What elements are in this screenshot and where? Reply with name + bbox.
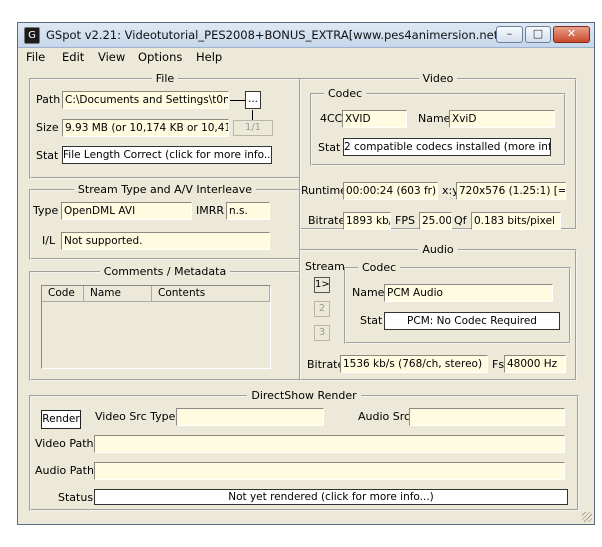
file-stat-button[interactable]: File Length Correct (click for more info… xyxy=(62,146,272,164)
imrr-field: n.s. xyxy=(226,202,270,220)
il-label: I/L xyxy=(42,234,56,247)
fs-label: Fs xyxy=(492,358,505,371)
video-group: Video Codec 4CC XVID Name XviD Stat 2 co… xyxy=(299,72,577,230)
column-code[interactable]: Code xyxy=(42,286,84,302)
metadata-list[interactable]: Code Name Contents xyxy=(41,285,271,369)
audio-stream-2-button[interactable]: 2 xyxy=(314,301,330,317)
video-path-field xyxy=(94,435,565,453)
audio-src-label: Audio Src xyxy=(358,410,411,423)
audio-src-field xyxy=(409,408,565,426)
video-src-type-label: Video Src Type xyxy=(95,410,176,423)
menu-view[interactable]: View xyxy=(98,50,125,64)
video-bitrate-label: Bitrate xyxy=(308,214,346,227)
gspot-window: G GSpot v2.21: Videotutorial_PES2008+BON… xyxy=(17,22,595,525)
size-label: Size xyxy=(36,121,59,134)
menu-bar: File Edit View Options Help xyxy=(18,48,594,66)
fourcc-field: XVID xyxy=(342,110,407,128)
audio-group-title: Audio xyxy=(418,243,458,256)
path-label: Path xyxy=(36,93,61,106)
qf-field: 0.183 bits/pixel xyxy=(471,212,561,230)
comments-group: Comments / Metadata Code Name Contents xyxy=(29,265,301,381)
video-stat-label: Stat xyxy=(318,141,341,154)
audio-group: Audio Stream 1> 2 3 Codec Name PCM Audio… xyxy=(299,243,577,381)
xy-field: 720x576 (1.25:1) [=5: xyxy=(456,182,566,200)
video-codec-stat-button[interactable]: 2 compatible codecs installed (more info… xyxy=(343,138,551,156)
column-contents[interactable]: Contents xyxy=(152,286,270,302)
audio-stream-3-button[interactable]: 3 xyxy=(314,325,330,341)
render-button[interactable]: Render xyxy=(41,410,81,429)
path-field[interactable]: C:\Documents and Settings\t0ny\ xyxy=(62,91,229,109)
qf-label: Qf xyxy=(454,214,467,227)
comments-group-title: Comments / Metadata xyxy=(99,265,231,278)
stream-type-group: Stream Type and A/V Interleave Type Open… xyxy=(29,183,301,260)
fps-label: FPS xyxy=(395,214,415,227)
status-label: Status xyxy=(58,491,94,504)
browse-button[interactable]: ... xyxy=(245,91,261,109)
column-name[interactable]: Name xyxy=(84,286,152,302)
runtime-label: Runtime xyxy=(301,184,347,197)
audio-bitrate-field: 1536 kb/s (768/ch, stereo) xyxy=(340,355,488,373)
gspot-app-icon: G xyxy=(24,27,40,44)
video-bitrate-field: 1893 kb/ xyxy=(343,212,391,230)
size-page-indicator[interactable]: 1/1 xyxy=(233,120,273,136)
type-label: Type xyxy=(33,204,59,217)
video-group-title: Video xyxy=(418,72,458,85)
audio-codec-title: Codec xyxy=(358,261,401,274)
file-group: File Path C:\Documents and Settings\t0ny… xyxy=(29,72,301,179)
title-bar: G GSpot v2.21: Videotutorial_PES2008+BON… xyxy=(18,23,594,48)
maximize-button[interactable]: □ xyxy=(525,26,551,43)
audio-path-label: Audio Path xyxy=(35,464,94,477)
fps-field: 25.00 xyxy=(419,212,452,230)
type-field: OpenDML AVI xyxy=(61,202,192,220)
menu-help[interactable]: Help xyxy=(196,50,222,64)
menu-edit[interactable]: Edit xyxy=(62,50,84,64)
audio-name-label: Name xyxy=(352,286,385,299)
directshow-render-group: DirectShow Render Render Video Src Type … xyxy=(29,389,579,511)
menu-options[interactable]: Options xyxy=(138,50,182,64)
menu-file[interactable]: File xyxy=(26,50,45,64)
video-name-field: XviD xyxy=(449,110,555,128)
fourcc-label: 4CC xyxy=(320,112,343,125)
render-status-button[interactable]: Not yet rendered (click for more info...… xyxy=(94,489,568,505)
directshow-group-title: DirectShow Render xyxy=(247,389,361,402)
audio-codec-group: Codec Name PCM Audio Stat PCM: No Codec … xyxy=(344,261,571,344)
imrr-label: IMRR xyxy=(196,204,225,217)
audio-path-field xyxy=(94,462,565,480)
audio-stream-1-button[interactable]: 1> xyxy=(314,277,330,293)
video-path-label: Video Path xyxy=(35,437,94,450)
size-field: 9.93 MB (or 10,174 KB or 10,418, xyxy=(62,119,229,137)
video-src-type-field xyxy=(176,408,324,426)
audio-codec-stat-button[interactable]: PCM: No Codec Required xyxy=(384,312,560,330)
audio-stat-label: Stat xyxy=(360,314,383,327)
file-group-title: File xyxy=(151,72,179,85)
audio-name-field: PCM Audio xyxy=(384,284,553,302)
stream-type-group-title: Stream Type and A/V Interleave xyxy=(73,183,257,196)
minimize-button[interactable]: – xyxy=(496,26,523,43)
audio-bitrate-label: Bitrate xyxy=(307,358,345,371)
stat-label: Stat xyxy=(36,149,59,162)
il-field: Not supported. xyxy=(61,232,270,250)
window-title: GSpot v2.21: Videotutorial_PES2008+BONUS… xyxy=(46,28,503,42)
resize-grip[interactable] xyxy=(582,512,592,522)
video-name-label: Name xyxy=(418,112,451,125)
runtime-field: 00:00:24 (603 fr) xyxy=(343,182,438,200)
close-button[interactable]: ✕ xyxy=(553,26,590,43)
stream-label: Stream xyxy=(305,260,345,273)
video-codec-title: Codec xyxy=(324,87,367,100)
fs-field: 48000 Hz xyxy=(504,355,566,373)
video-codec-group: Codec 4CC XVID Name XviD Stat 2 compatib… xyxy=(310,87,566,166)
